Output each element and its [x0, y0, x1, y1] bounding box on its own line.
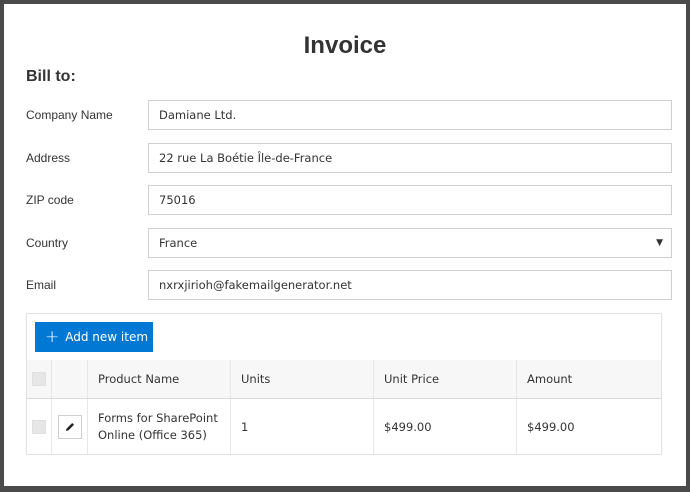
- zip-input[interactable]: [159, 187, 649, 213]
- country-value: France: [159, 236, 198, 250]
- product-name-line2: Online (Office 365): [98, 427, 207, 442]
- column-header-product[interactable]: Product Name: [88, 360, 231, 398]
- pencil-icon: [65, 422, 74, 431]
- country-row: Country France ▼: [26, 228, 672, 258]
- add-new-item-button[interactable]: + Add new item: [35, 322, 153, 352]
- unit-price-cell: $499.00: [374, 399, 517, 454]
- row-select-cell: [27, 399, 52, 454]
- email-input[interactable]: [159, 272, 649, 298]
- column-header-amount[interactable]: Amount: [517, 360, 661, 398]
- address-row: Address: [26, 143, 672, 173]
- edit-cell: [52, 399, 88, 454]
- zip-field[interactable]: [148, 185, 672, 215]
- country-select[interactable]: France ▼: [148, 228, 672, 258]
- address-label: Address: [26, 151, 71, 165]
- amount-cell: $499.00: [527, 419, 575, 434]
- invoice-form: Invoice Bill to: Company Name Address ZI…: [4, 4, 686, 486]
- bill-to-heading: Bill to:: [26, 68, 76, 85]
- company-label: Company Name: [26, 108, 113, 122]
- product-name-cell: Forms for SharePoint Online (Office 365): [88, 399, 231, 454]
- row-checkbox[interactable]: [32, 419, 46, 434]
- email-field[interactable]: [148, 270, 672, 300]
- company-input[interactable]: [159, 102, 649, 128]
- table-header: Product Name Units Unit Price Amount: [27, 360, 661, 399]
- address-input[interactable]: [159, 145, 649, 171]
- chevron-down-icon[interactable]: ▼: [656, 229, 663, 257]
- zip-row: ZIP code: [26, 185, 672, 215]
- table-row: Forms for SharePoint Online (Office 365)…: [27, 399, 661, 454]
- select-all-checkbox[interactable]: [32, 372, 46, 386]
- company-row: Company Name: [26, 100, 672, 130]
- column-header-unit-price[interactable]: Unit Price: [374, 360, 517, 398]
- email-label: Email: [26, 278, 57, 292]
- email-row: Email: [26, 270, 672, 300]
- product-name-line1: Forms for SharePoint: [98, 410, 218, 425]
- company-field[interactable]: [148, 100, 672, 130]
- select-all-cell: [27, 360, 52, 398]
- plus-icon: +: [45, 326, 60, 347]
- edit-row-button[interactable]: [57, 414, 82, 439]
- add-new-item-label: Add new item: [65, 330, 149, 344]
- edit-column-header: [52, 360, 88, 398]
- zip-label: ZIP code: [26, 193, 74, 207]
- items-table: + Add new item Product Name Units Unit P…: [26, 313, 662, 455]
- units-cell: 1: [231, 399, 374, 454]
- address-field[interactable]: [148, 143, 672, 173]
- page-title: Invoice: [303, 32, 387, 59]
- country-label: Country: [26, 236, 69, 250]
- column-header-units[interactable]: Units: [231, 360, 374, 398]
